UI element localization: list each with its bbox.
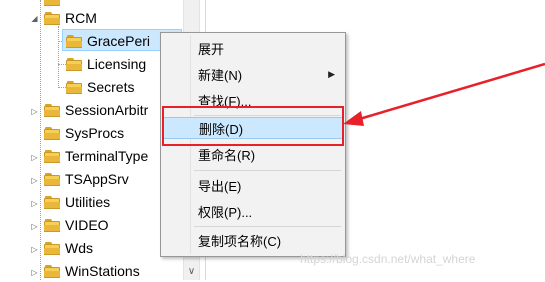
annotation-arrow-icon bbox=[343, 62, 545, 126]
watermark: https://blog.csdn.net/what_where bbox=[300, 252, 476, 266]
